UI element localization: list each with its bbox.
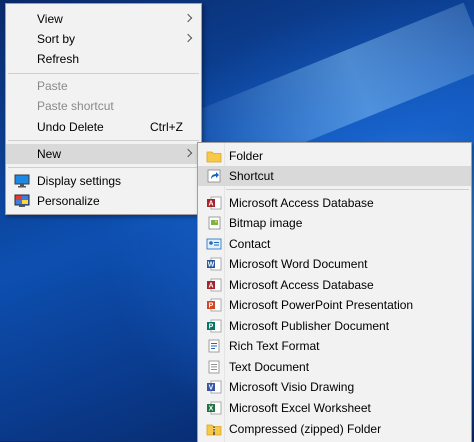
- zip-folder-icon: [206, 422, 222, 436]
- menu-item-label: Refresh: [37, 52, 80, 66]
- text-document-icon: [206, 360, 222, 374]
- menu-item-label: Bitmap image: [229, 216, 303, 230]
- menu-item-label: Microsoft Access Database: [229, 278, 374, 292]
- menu-item-label: Shortcut: [229, 169, 274, 183]
- access-icon: A: [206, 278, 222, 292]
- svg-text:P: P: [209, 324, 214, 331]
- publisher-icon: P: [206, 319, 222, 333]
- svg-text:A: A: [208, 201, 213, 208]
- menu-item-label: New: [37, 147, 62, 161]
- menu-item-paste-shortcut[interactable]: Paste shortcut: [6, 96, 201, 116]
- chevron-right-icon: [183, 13, 193, 23]
- new-item-text-document[interactable]: Text Document: [198, 357, 471, 377]
- bitmap-icon: [206, 216, 222, 230]
- display-icon: [14, 174, 30, 188]
- menu-item-label: View: [37, 12, 63, 26]
- menu-item-undo-delete[interactable]: Undo Delete Ctrl+Z: [6, 117, 201, 137]
- menu-item-label: Microsoft PowerPoint Presentation: [229, 298, 414, 312]
- menu-separator: [8, 73, 199, 74]
- menu-item-label: Microsoft Publisher Document: [229, 319, 390, 333]
- menu-separator: [8, 167, 199, 168]
- new-item-access-database[interactable]: A Microsoft Access Database: [198, 193, 471, 213]
- menu-item-personalize[interactable]: Personalize: [6, 191, 201, 211]
- menu-item-label: Folder: [229, 149, 264, 163]
- menu-item-label: Sort by: [37, 32, 76, 46]
- menu-item-label: Text Document: [229, 360, 310, 374]
- menu-item-label: Microsoft Word Document: [229, 257, 368, 271]
- new-item-word-document[interactable]: W Microsoft Word Document: [198, 254, 471, 274]
- menu-item-label: Compressed (zipped) Folder: [229, 422, 382, 436]
- svg-text:V: V: [209, 385, 214, 392]
- svg-text:W: W: [208, 262, 215, 269]
- menu-item-label: Microsoft Access Database: [229, 196, 374, 210]
- menu-item-refresh[interactable]: Refresh: [6, 49, 201, 69]
- desktop-context-menu: View Sort by Refresh Paste Paste shortcu…: [5, 3, 202, 215]
- menu-item-label: Rich Text Format: [229, 339, 320, 353]
- menu-item-label: Paste shortcut: [37, 99, 114, 113]
- powerpoint-icon: P: [206, 298, 222, 312]
- new-item-folder[interactable]: Folder: [198, 146, 471, 166]
- menu-item-display-settings[interactable]: Display settings: [6, 171, 201, 191]
- new-item-visio-drawing[interactable]: V Microsoft Visio Drawing: [198, 377, 471, 397]
- menu-separator: [8, 140, 199, 141]
- new-item-bitmap-image[interactable]: Bitmap image: [198, 213, 471, 233]
- new-submenu: Folder Shortcut A Microsoft Access Datab…: [197, 142, 472, 442]
- menu-item-label: Microsoft Excel Worksheet: [229, 401, 371, 415]
- new-item-publisher-document[interactable]: P Microsoft Publisher Document: [198, 316, 471, 336]
- contact-icon: [206, 237, 222, 251]
- chevron-right-icon: [183, 33, 193, 43]
- menu-item-label: Microsoft Visio Drawing: [229, 380, 355, 394]
- menu-item-label: Display settings: [37, 174, 122, 188]
- menu-item-label: Paste: [37, 79, 68, 93]
- new-item-contact[interactable]: Contact: [198, 234, 471, 254]
- menu-item-view[interactable]: View: [6, 9, 201, 29]
- new-item-shortcut[interactable]: Shortcut: [198, 166, 471, 186]
- excel-icon: X: [206, 401, 222, 415]
- new-item-rich-text-format[interactable]: Rich Text Format: [198, 336, 471, 356]
- menu-item-label: Personalize: [37, 194, 100, 208]
- visio-icon: V: [206, 380, 222, 394]
- svg-text:P: P: [209, 303, 214, 310]
- rtf-icon: [206, 339, 222, 353]
- menu-item-label: Contact: [229, 237, 271, 251]
- chevron-right-icon: [183, 148, 193, 158]
- new-item-access-database-2[interactable]: A Microsoft Access Database: [198, 275, 471, 295]
- word-icon: W: [206, 257, 222, 271]
- shortcut-hint: Ctrl+Z: [150, 120, 183, 134]
- svg-text:X: X: [209, 406, 214, 413]
- new-item-compressed-folder[interactable]: Compressed (zipped) Folder: [198, 419, 471, 439]
- menu-item-paste[interactable]: Paste: [6, 76, 201, 96]
- menu-item-sort-by[interactable]: Sort by: [6, 29, 201, 49]
- folder-icon: [206, 149, 222, 163]
- svg-text:A: A: [208, 283, 213, 290]
- menu-item-new[interactable]: New: [6, 144, 201, 164]
- access-icon: A: [206, 196, 222, 210]
- shortcut-icon: [206, 169, 222, 183]
- personalize-icon: [14, 194, 30, 208]
- menu-item-label: Undo Delete: [37, 120, 104, 134]
- new-item-excel-worksheet[interactable]: X Microsoft Excel Worksheet: [198, 398, 471, 418]
- new-item-powerpoint-presentation[interactable]: P Microsoft PowerPoint Presentation: [198, 295, 471, 315]
- menu-separator: [226, 189, 469, 190]
